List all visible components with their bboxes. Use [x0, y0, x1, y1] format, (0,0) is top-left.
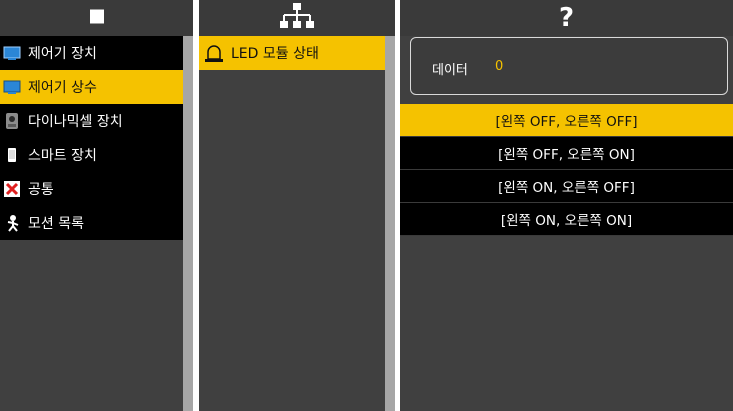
- led-options-list: [왼쪽 OFF, 오른쪽 OFF] [왼쪽 OFF, 오른쪽 ON] [왼쪽 O…: [400, 104, 733, 236]
- tools-icon: [3, 180, 21, 198]
- option-left-on-right-on[interactable]: [왼쪽 ON, 오른쪽 ON]: [400, 203, 733, 236]
- option-left-off-right-on[interactable]: [왼쪽 OFF, 오른쪽 ON]: [400, 137, 733, 170]
- servo-icon: [3, 112, 21, 130]
- module-list: LED 모듈 상태: [199, 36, 385, 70]
- menu-item-label: 모션 목록: [28, 216, 84, 232]
- menu-item-label: 제어기 상수: [28, 80, 97, 96]
- phone-icon: [3, 146, 21, 164]
- option-left-off-right-off[interactable]: [왼쪽 OFF, 오른쪽 OFF]: [400, 104, 733, 137]
- middle-panel: LED 모듈 상태: [199, 0, 395, 411]
- help-question-icon[interactable]: ?: [559, 3, 574, 33]
- left-panel: 제어기 장치 제어기 상수 다이나믹셀 장치 스마트 장치 공통 모션 목록: [0, 0, 193, 411]
- network-tree-icon[interactable]: [279, 3, 315, 33]
- menu-item-controller-device[interactable]: 제어기 장치: [0, 36, 183, 70]
- monitor-icon: [3, 78, 21, 96]
- controller-menu-list: 제어기 장치 제어기 상수 다이나믹셀 장치 스마트 장치 공통 모션 목록: [0, 36, 183, 240]
- menu-item-label: 공통: [28, 182, 54, 198]
- menu-item-label: 스마트 장치: [28, 148, 97, 164]
- middle-panel-scrollbar[interactable]: [385, 36, 395, 411]
- right-panel: ? 데이터 0 [왼쪽 OFF, 오른쪽 OFF] [왼쪽 OFF, 오른쪽 O…: [400, 0, 733, 411]
- menu-item-led-module-status[interactable]: LED 모듈 상태: [199, 36, 385, 70]
- right-panel-header: ?: [400, 0, 733, 36]
- left-panel-header: [0, 0, 193, 36]
- menu-item-common[interactable]: 공통: [0, 172, 183, 206]
- menu-item-dynamixel-device[interactable]: 다이나믹셀 장치: [0, 104, 183, 138]
- menu-item-label: 다이나믹셀 장치: [28, 114, 123, 130]
- menu-item-label: LED 모듈 상태: [231, 46, 319, 62]
- menu-item-label: 제어기 장치: [28, 46, 97, 62]
- menu-item-controller-constant[interactable]: 제어기 상수: [0, 70, 183, 104]
- data-display-box: 데이터 0: [410, 37, 728, 95]
- menu-item-smart-device[interactable]: 스마트 장치: [0, 138, 183, 172]
- menu-item-motion-list[interactable]: 모션 목록: [0, 206, 183, 240]
- data-value: 0: [495, 59, 504, 74]
- stop-square-icon[interactable]: [89, 9, 104, 28]
- middle-panel-header: [199, 0, 395, 36]
- robot-icon: [3, 214, 21, 232]
- data-label: 데이터: [432, 63, 468, 78]
- monitor-icon: [3, 44, 21, 62]
- left-panel-scrollbar[interactable]: [183, 36, 193, 411]
- option-left-on-right-off[interactable]: [왼쪽 ON, 오른쪽 OFF]: [400, 170, 733, 203]
- alarm-light-icon: [203, 42, 225, 64]
